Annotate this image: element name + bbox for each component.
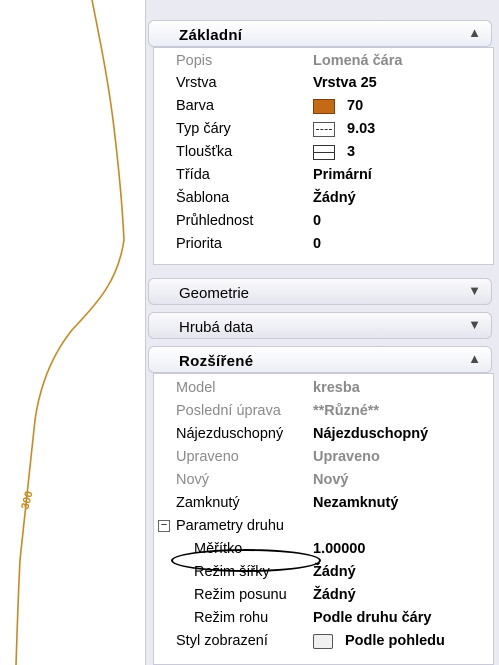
row-novy[interactable]: Nový Nový [154,471,493,491]
row-value: Žádný [313,587,356,603]
properties-grid-rozsirene: Model kresba Poslední úprava **Různé** N… [153,373,494,665]
row-value: 0 [313,213,322,229]
row-label: Parametry druhu [176,518,284,534]
display-style-icon [313,633,333,649]
row-label: Styl zobrazení [176,633,268,649]
line-style-icon [313,121,335,137]
row-value: 9.03 [347,121,376,137]
contour-line[interactable] [15,0,125,665]
row-label: Model [176,380,216,396]
row-priorita[interactable]: Priorita 0 [154,235,493,255]
row-pruhlednost[interactable]: Průhlednost 0 [154,212,493,232]
row-trida[interactable]: Třída Primární [154,166,493,186]
row-label: Barva [176,98,214,114]
row-value: Nový [313,472,349,488]
row-label: Nový [176,472,210,488]
row-value: 0 [313,236,322,252]
row-value-wrap: Podle pohledu [313,633,445,649]
row-label: Šablona [176,190,230,206]
row-tloustka[interactable]: Tloušťka 3 [154,143,493,163]
row-value-wrap: 9.03 [313,121,375,137]
chevron-up-icon[interactable]: ▲ [468,351,481,366]
row-sablona[interactable]: Šablona Žádný [154,189,493,209]
row-value: 3 [347,144,356,160]
row-vrstva[interactable]: Vrstva Vrstva 25 [154,74,493,94]
row-typ-cary[interactable]: Typ čáry 9.03 [154,120,493,140]
chevron-down-icon[interactable]: ▼ [468,317,481,332]
row-label: Zamknutý [176,495,240,511]
row-label: Vrstva [176,75,217,91]
highlight-ellipse [171,549,321,572]
row-value: Žádný [313,190,356,206]
row-value: Primární [313,167,372,183]
row-model[interactable]: Model kresba [154,379,493,399]
row-najezduschopny[interactable]: Nájezduschopný Nájezduschopný [154,425,493,445]
color-swatch-icon [313,98,335,114]
row-barva[interactable]: Barva 70 [154,97,493,117]
section-title: Geometrie [179,285,250,302]
row-label: Režim rohu [194,610,269,626]
section-title: Základní [179,27,243,44]
row-value: Podle druhu čáry [313,610,432,626]
properties-grid-zakladni: Popis Lomená čára Vrstva Vrstva 25 Barva… [153,47,494,265]
chevron-up-icon[interactable]: ▲ [468,25,481,40]
row-value: kresba [313,380,360,396]
row-label: Třída [176,167,210,183]
drawing-canvas[interactable]: 300 [0,0,145,665]
row-label: Typ čáry [176,121,231,137]
section-header-rozsirene[interactable]: Rozšířené ▲ [148,346,492,373]
row-parametry-druhu[interactable]: − Parametry druhu [154,517,493,537]
row-value-wrap: 70 [313,98,363,114]
row-label: Tloušťka [176,144,233,160]
row-label: Popis [176,53,213,69]
row-value: 70 [347,98,364,114]
row-value: Podle pohledu [345,633,445,649]
row-value: Upraveno [313,449,380,465]
row-label: Nájezduschopný [176,426,284,442]
row-value-wrap: 3 [313,144,355,160]
row-value: 1.00000 [313,541,366,557]
section-title: Rozšířené [179,353,254,370]
contour-label: 300 [19,490,35,511]
row-label: Upraveno [176,449,239,465]
section-header-hruba-data[interactable]: Hrubá data ▼ [148,312,492,339]
row-value: Vrstva 25 [313,75,377,91]
row-rezim-posunu[interactable]: Režim posunu Žádný [154,586,493,606]
row-label: Průhlednost [176,213,254,229]
section-title: Hrubá data [179,319,254,336]
line-weight-icon [313,144,335,160]
row-upraveno[interactable]: Upraveno Upraveno [154,448,493,468]
section-header-geometrie[interactable]: Geometrie ▼ [148,278,492,305]
chevron-down-icon[interactable]: ▼ [468,283,481,298]
row-styl-zobrazeni[interactable]: Styl zobrazení Podle pohledu [154,632,493,652]
row-popis[interactable]: Popis Lomená čára [154,52,493,72]
row-label: Poslední úprava [176,403,281,419]
row-label: Priorita [176,236,222,252]
row-value: Nezamknutý [313,495,399,511]
section-header-zakladni[interactable]: Základní ▲ [148,20,492,47]
row-posledni-uprava[interactable]: Poslední úprava **Různé** [154,402,493,422]
row-value: Nájezduschopný [313,426,429,442]
row-rezim-rohu[interactable]: Režim rohu Podle druhu čáry [154,609,493,629]
row-value: Žádný [313,564,356,580]
row-label: Režim posunu [194,587,287,603]
row-value: **Různé** [313,403,380,419]
minus-box-icon[interactable]: − [158,520,170,532]
row-value: Lomená čára [313,53,403,69]
row-zamknuty[interactable]: Zamknutý Nezamknutý [154,494,493,514]
panel-divider [145,0,146,665]
